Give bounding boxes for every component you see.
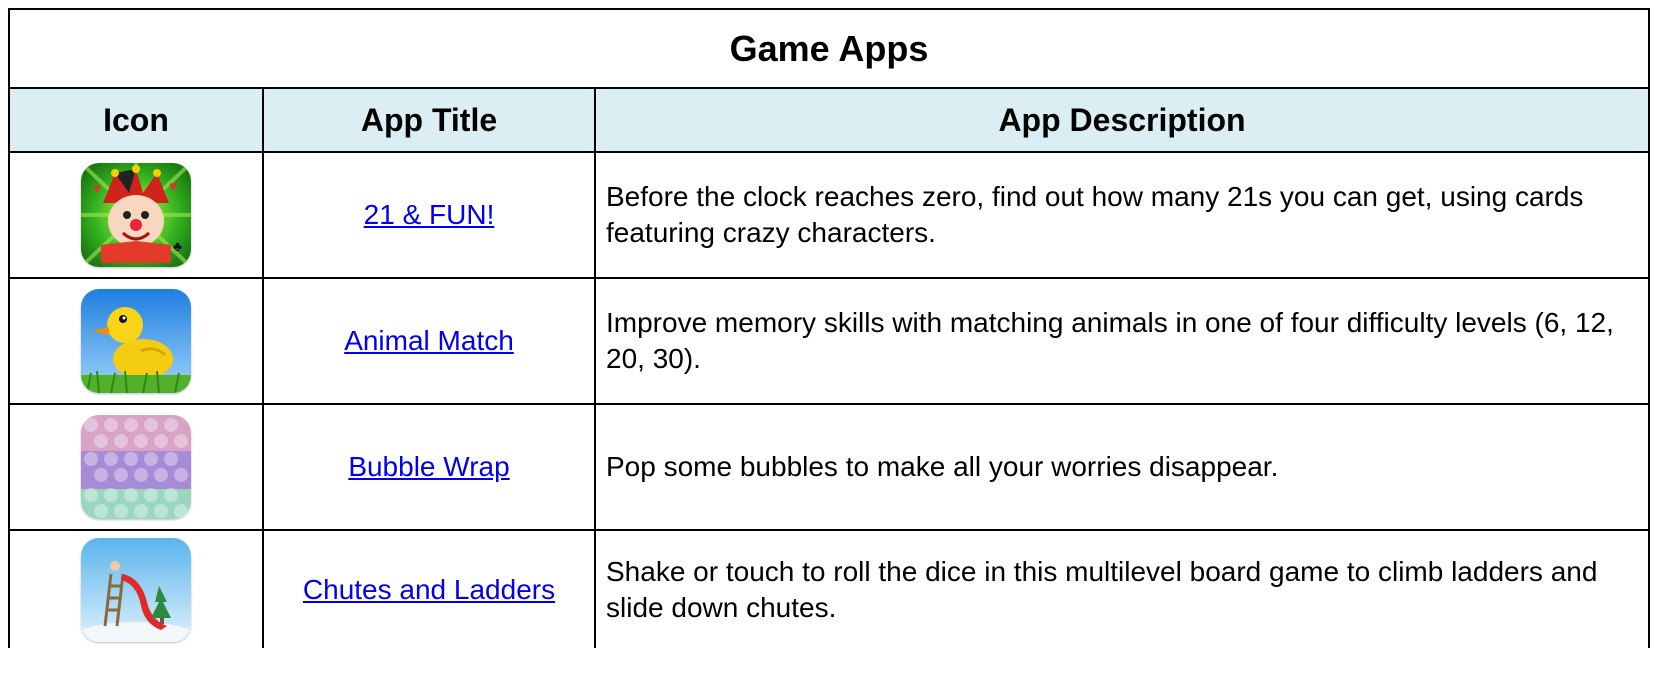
description-cell: Before the clock reaches zero, find out … [593,151,1651,279]
header-app-description: App Description [593,87,1651,153]
jester-cards-icon: ♥ ♥ ♣ [81,163,191,267]
description-cell: Pop some bubbles to make all your worrie… [593,403,1651,531]
title-cell: 21 & FUN! [262,151,596,279]
table-row: ♥ ♥ ♣ 21 & FUN! Before the clock reaches… [8,151,1651,279]
app-link-chutes-and-ladders[interactable]: Chutes and Ladders [303,574,555,605]
title-cell: Chutes and Ladders [262,529,596,648]
icon-cell: ♥ ♥ ♣ [8,151,264,279]
bubble-wrap-icon [81,415,191,519]
yellow-duck-icon [81,289,191,393]
svg-text:♣: ♣ [173,238,182,254]
table-row: Chutes and Ladders Shake or touch to rol… [8,529,1651,648]
table-title: Game Apps [7,8,1651,89]
svg-text:♥: ♥ [93,180,101,196]
icon-cell [8,529,264,648]
game-apps-table: Game Apps Icon App Title App Description [7,8,1651,648]
description-cell: Shake or touch to roll the dice in this … [593,529,1651,648]
app-link-21-fun[interactable]: 21 & FUN! [364,199,495,230]
description-cell: Improve memory skills with matching anim… [593,277,1651,405]
app-link-animal-match[interactable]: Animal Match [344,325,514,356]
header-icon: Icon [8,87,264,153]
slide-ladder-icon [81,537,191,642]
header-row: Icon App Title App Description [8,87,1651,153]
table-row: Animal Match Improve memory skills with … [8,277,1651,405]
title-cell: Bubble Wrap [262,403,596,531]
icon-cell [8,277,264,405]
table-row: Bubble Wrap Pop some bubbles to make all… [8,403,1651,531]
title-cell: Animal Match [262,277,596,405]
app-link-bubble-wrap[interactable]: Bubble Wrap [348,451,509,482]
header-app-title: App Title [262,87,596,153]
icon-cell [8,403,264,531]
svg-text:♥: ♥ [169,178,177,194]
